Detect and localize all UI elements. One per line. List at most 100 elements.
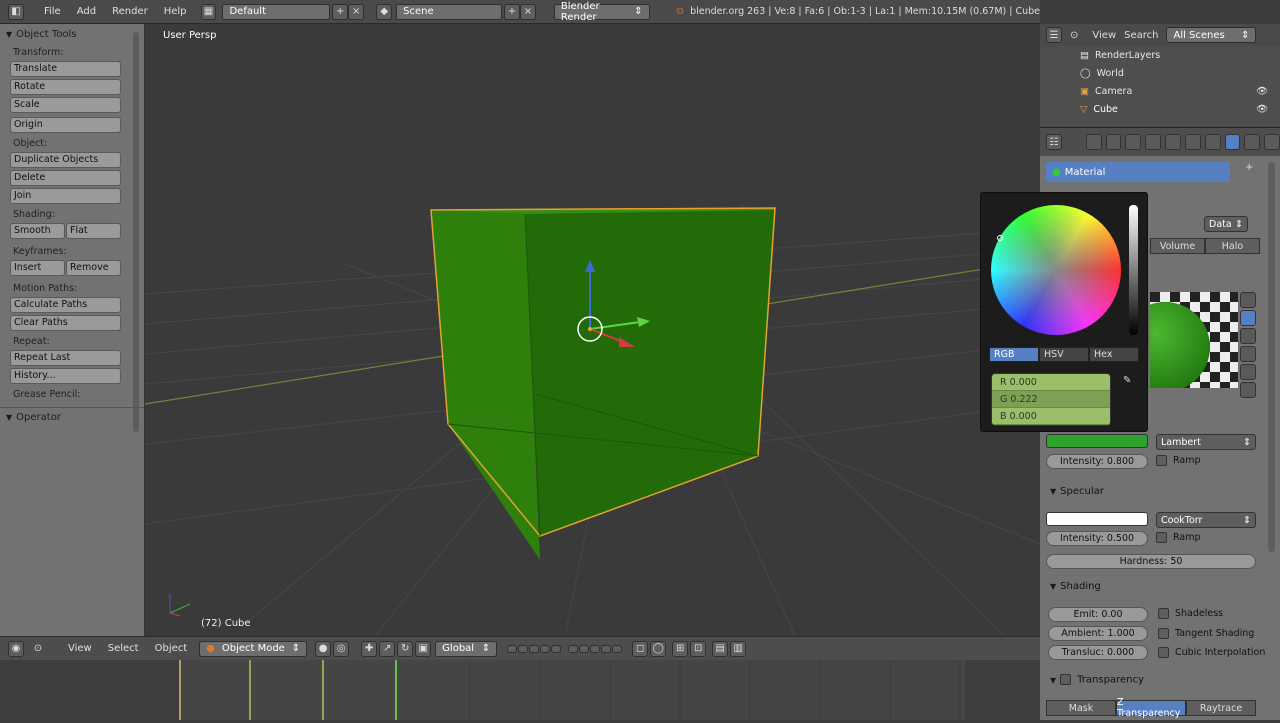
diffuse-intensity-slider[interactable]: Intensity: 0.800: [1046, 454, 1148, 469]
emit-field[interactable]: Emit: 0.00: [1048, 607, 1148, 622]
volume-tab[interactable]: Volume: [1150, 238, 1205, 254]
lock-layers-icon[interactable]: ◻: [632, 640, 649, 657]
3d-viewport[interactable]: User Persp (72) Cube: [145, 24, 1040, 636]
value-slider[interactable]: [1129, 205, 1138, 335]
translate-manipulator-icon[interactable]: ↗: [379, 640, 396, 657]
toolshelf-scrollbar[interactable]: [133, 32, 139, 432]
ambient-field[interactable]: Ambient: 1.000: [1048, 626, 1148, 641]
diffuse-shader-select[interactable]: Lambert ⇕: [1156, 434, 1256, 450]
editor-type-icon[interactable]: ☰: [1046, 27, 1062, 43]
translate-button[interactable]: Translate: [10, 61, 121, 77]
data-tab-icon[interactable]: [1204, 134, 1221, 150]
timeline-area[interactable]: [0, 660, 1040, 720]
operator-header[interactable]: ▼ Operator: [0, 407, 144, 427]
green-field[interactable]: G 0.222: [992, 391, 1110, 408]
timeline-canvas[interactable]: [0, 660, 1040, 720]
particles-tab-icon[interactable]: [1264, 134, 1280, 150]
camera-icon[interactable]: ▥: [730, 640, 747, 657]
menu-add[interactable]: Add: [69, 6, 104, 17]
color-wheel-cursor[interactable]: [997, 235, 1003, 241]
material-tab-icon[interactable]: [1224, 134, 1241, 150]
proportional-edit-icon[interactable]: ◯: [650, 640, 667, 657]
constraints-tab-icon[interactable]: [1165, 134, 1181, 150]
specular-header[interactable]: ▼ Specular: [1050, 486, 1104, 497]
display-mode-select[interactable]: All Scenes ⇕: [1166, 27, 1257, 43]
menu-select[interactable]: Select: [100, 643, 147, 654]
layer-3[interactable]: [529, 644, 540, 653]
layer-2[interactable]: [518, 644, 529, 653]
diffuse-ramp-toggle[interactable]: Ramp: [1156, 455, 1201, 466]
scene-select[interactable]: Scene: [396, 3, 502, 20]
smooth-button[interactable]: Smooth: [10, 223, 65, 239]
collapse-menus-icon[interactable]: ⊙: [30, 641, 46, 657]
calculate-paths-button[interactable]: Calculate Paths: [10, 297, 121, 313]
scale-manipulator-icon[interactable]: ▣: [415, 640, 432, 657]
render-tab-icon[interactable]: [1085, 134, 1102, 150]
red-field[interactable]: R 0.000: [992, 374, 1110, 391]
render-engine-select[interactable]: Blender Render ⇕: [553, 1, 650, 23]
add-scene-icon[interactable]: +: [503, 3, 520, 20]
render-preview-icon[interactable]: ▤: [712, 640, 729, 657]
outliner-row-camera[interactable]: ▣ Camera 👁: [1040, 82, 1280, 100]
tangent-shading-toggle[interactable]: Tangent Shading: [1158, 628, 1254, 639]
specular-color-swatch[interactable]: [1046, 512, 1148, 526]
visibility-eye-icon[interactable]: 👁: [1256, 86, 1268, 97]
shading-header[interactable]: ▼ Shading: [1050, 581, 1101, 592]
layer-1[interactable]: [507, 644, 518, 653]
snap-icon[interactable]: ⊞: [672, 640, 689, 657]
repeat-last-button[interactable]: Repeat Last: [10, 350, 121, 366]
orientation-select[interactable]: Global ⇕: [435, 640, 498, 657]
object-tools-header[interactable]: ▼ Object Tools: [0, 24, 144, 44]
menu-help[interactable]: Help: [156, 6, 195, 17]
color-wheel[interactable]: [991, 205, 1121, 335]
cube-object[interactable]: [430, 207, 776, 560]
scale-button[interactable]: Scale: [10, 97, 121, 113]
preview-monkey-icon[interactable]: [1240, 346, 1256, 362]
preview-hair-icon[interactable]: [1240, 364, 1256, 380]
outliner-row-renderlayers[interactable]: ▤ RenderLayers: [1040, 46, 1280, 64]
checkbox[interactable]: [1156, 532, 1167, 543]
transparency-checkbox[interactable]: [1060, 674, 1072, 685]
remove-layout-icon[interactable]: ×: [348, 3, 365, 20]
diffuse-color-swatch[interactable]: [1046, 434, 1148, 448]
menu-render[interactable]: Render: [104, 6, 156, 17]
checkbox[interactable]: [1158, 628, 1169, 639]
collapse-menus-icon[interactable]: ⊙: [1070, 30, 1078, 41]
shadeless-toggle[interactable]: Shadeless: [1158, 608, 1223, 619]
add-layout-icon[interactable]: +: [332, 3, 349, 20]
rotate-manipulator-icon[interactable]: ↻: [397, 640, 414, 657]
halo-tab[interactable]: Halo: [1205, 238, 1260, 254]
layout-icon[interactable]: ▦: [200, 3, 217, 20]
remove-scene-icon[interactable]: ×: [519, 3, 536, 20]
preview-cube-icon[interactable]: [1240, 328, 1256, 344]
manipulator-toggle-icon[interactable]: ✚: [361, 640, 378, 657]
blue-field[interactable]: B 0.000: [992, 408, 1110, 425]
join-button[interactable]: Join: [10, 188, 121, 204]
data-select[interactable]: Data ⇕: [1204, 216, 1248, 232]
layer-buttons[interactable]: [507, 644, 623, 653]
outliner-row-cube[interactable]: ▽ Cube 👁: [1040, 100, 1280, 118]
editor-type-icon[interactable]: ◉: [8, 640, 24, 657]
world-tab-icon[interactable]: [1125, 134, 1142, 150]
eyedropper-icon[interactable]: ✎: [1123, 375, 1139, 391]
checkbox[interactable]: [1158, 608, 1169, 619]
insert-button[interactable]: Insert: [10, 260, 65, 276]
menu-view[interactable]: View: [60, 643, 100, 654]
hsv-tab[interactable]: HSV: [1039, 347, 1089, 362]
preview-sphere-icon[interactable]: [1240, 310, 1256, 326]
specular-ramp-toggle[interactable]: Ramp: [1156, 532, 1201, 543]
material-slot[interactable]: ● Material: [1046, 162, 1230, 182]
rgb-tab[interactable]: RGB: [989, 347, 1039, 362]
visibility-eye-icon[interactable]: 👁: [1256, 104, 1268, 115]
clear-paths-button[interactable]: Clear Paths: [10, 315, 121, 331]
origin-button[interactable]: Origin: [10, 117, 121, 133]
delete-button[interactable]: Delete: [10, 170, 121, 186]
hex-tab[interactable]: Hex: [1089, 347, 1139, 362]
scene-tab-icon[interactable]: [1105, 134, 1122, 150]
object-tab-icon[interactable]: [1145, 134, 1162, 150]
editor-type-icon[interactable]: ◧: [8, 3, 24, 20]
checkbox[interactable]: [1156, 455, 1167, 466]
scene-canvas[interactable]: [145, 24, 1040, 636]
menu-object[interactable]: Object: [147, 643, 196, 654]
rotate-button[interactable]: Rotate: [10, 79, 121, 95]
